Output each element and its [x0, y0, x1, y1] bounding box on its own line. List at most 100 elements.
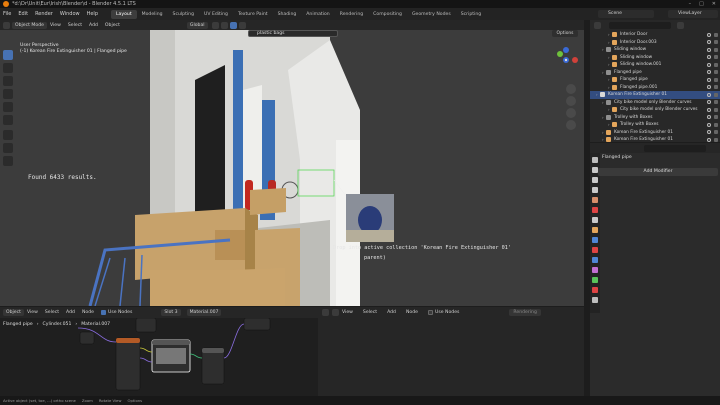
view-mode-icon[interactable]: [332, 309, 339, 316]
outliner-row[interactable]: › Trolley with Boxes: [590, 114, 720, 122]
transform-tool-icon[interactable]: [3, 115, 13, 125]
view-layer-tab-icon[interactable]: [592, 187, 598, 193]
data-tab-icon[interactable]: [592, 277, 598, 283]
render-camera-icon[interactable]: [714, 107, 718, 112]
output-tab-icon[interactable]: [592, 177, 598, 183]
constraints-tab-icon[interactable]: [592, 267, 598, 273]
tool-tab-icon[interactable]: [592, 157, 598, 163]
render-camera-icon[interactable]: [714, 70, 718, 75]
visibility-eye-icon[interactable]: [707, 77, 711, 82]
viewport-menu-view[interactable]: View: [50, 23, 61, 28]
tab-animation[interactable]: Animation: [301, 10, 334, 19]
visibility-eye-icon[interactable]: [707, 137, 711, 142]
visibility-eye-icon[interactable]: [707, 55, 711, 60]
outliner-row[interactable]: › Korean Fire Extinguisher 01: [590, 129, 720, 137]
secondary-editor-canvas[interactable]: [318, 318, 584, 396]
properties-search-input[interactable]: [644, 144, 706, 152]
move-tool-icon[interactable]: [3, 76, 13, 86]
annotate-tool-icon[interactable]: [3, 130, 13, 140]
visibility-eye-icon[interactable]: [707, 32, 711, 37]
secondary-menu-select[interactable]: Select: [363, 310, 377, 315]
visibility-eye-icon[interactable]: [707, 100, 711, 105]
visibility-eye-icon[interactable]: [707, 47, 711, 52]
render-camera-icon[interactable]: [714, 32, 718, 37]
tab-texture-paint[interactable]: Texture Paint: [233, 10, 273, 19]
tab-uv-editing[interactable]: UV Editing: [199, 10, 233, 19]
visibility-eye-icon[interactable]: [707, 115, 711, 120]
render-camera-icon[interactable]: [714, 85, 718, 90]
close-icon[interactable]: ✕: [712, 1, 716, 7]
filter-icon[interactable]: [677, 21, 684, 29]
pivot-icon[interactable]: [211, 21, 219, 29]
tab-shading[interactable]: Shading: [273, 10, 302, 19]
tab-rendering[interactable]: Rendering: [335, 10, 368, 19]
render-camera-icon[interactable]: [714, 100, 718, 105]
editor-type-icon[interactable]: [322, 309, 329, 316]
outliner-row[interactable]: › City bike model only Blender curves: [590, 99, 720, 107]
breadcrumb-material[interactable]: Material.007: [81, 322, 110, 327]
outliner-row[interactable]: › Sliding window: [590, 46, 720, 54]
select-tool-icon[interactable]: [3, 50, 13, 60]
viewport-menu-add[interactable]: Add: [89, 23, 98, 28]
node-menu-node[interactable]: Node: [82, 310, 94, 315]
maximize-icon[interactable]: □: [699, 1, 704, 7]
collection-tab-icon[interactable]: [592, 217, 598, 223]
outliner-search-input[interactable]: [609, 21, 671, 29]
world-tab-icon[interactable]: [592, 207, 598, 213]
menu-edit[interactable]: Edit: [18, 11, 28, 17]
outliner-row[interactable]: › Flanged pipe: [590, 69, 720, 77]
texture-tab-icon[interactable]: [592, 297, 598, 303]
render-camera-icon[interactable]: [714, 137, 718, 142]
measure-tool-icon[interactable]: [3, 143, 13, 153]
snap-icon[interactable]: [220, 21, 228, 29]
view-layer-selector[interactable]: ViewLayer: [668, 10, 718, 18]
secondary-menu-node[interactable]: Node: [406, 310, 418, 315]
search-input[interactable]: plastic bags: [248, 30, 338, 37]
options-button[interactable]: Options: [552, 30, 578, 37]
visibility-eye-icon[interactable]: [707, 92, 711, 97]
tab-geometry-nodes[interactable]: Geometry Nodes: [407, 10, 456, 19]
outliner-row[interactable]: › Flanged pipe: [590, 76, 720, 84]
transform-orientation-dropdown[interactable]: Global: [186, 21, 208, 29]
render-camera-icon[interactable]: [714, 115, 718, 120]
3d-viewport[interactable]: User Perspective (-1) Korean Fire Exting…: [0, 30, 584, 306]
scene-selector[interactable]: Scene: [598, 10, 654, 18]
modifier-tab-icon[interactable]: [592, 237, 598, 243]
render-camera-icon[interactable]: [714, 122, 718, 127]
render-camera-icon[interactable]: [714, 47, 718, 52]
render-camera-icon[interactable]: [714, 62, 718, 67]
tab-modeling[interactable]: Modeling: [137, 10, 168, 19]
visibility-eye-icon[interactable]: [707, 107, 711, 112]
node-menu-view[interactable]: View: [27, 310, 38, 315]
visibility-eye-icon[interactable]: [707, 85, 711, 90]
visibility-eye-icon[interactable]: [707, 40, 711, 45]
camera-view-icon[interactable]: [566, 108, 576, 118]
overlay-icon[interactable]: [238, 21, 246, 29]
outliner-row[interactable]: › Sliding window: [590, 54, 720, 62]
menu-file[interactable]: File: [3, 11, 11, 17]
scale-tool-icon[interactable]: [3, 102, 13, 112]
tab-compositing[interactable]: Compositing: [368, 10, 407, 19]
add-cube-tool-icon[interactable]: [3, 156, 13, 166]
menu-render[interactable]: Render: [35, 11, 53, 17]
render-camera-icon[interactable]: [714, 130, 718, 135]
mode-dropdown[interactable]: Object Mode: [12, 21, 47, 29]
particles-tab-icon[interactable]: [592, 247, 598, 253]
tab-scripting[interactable]: Scripting: [456, 10, 486, 19]
add-modifier-button[interactable]: Add Modifier: [598, 168, 718, 176]
outliner-row[interactable]: › Flanged pipe.001: [590, 84, 720, 92]
menu-help[interactable]: Help: [87, 11, 98, 17]
node-menu-select[interactable]: Select: [45, 310, 59, 315]
render-camera-icon[interactable]: [714, 40, 718, 45]
outliner-row[interactable]: › Interior Door.003: [590, 39, 720, 47]
breadcrumb-mesh[interactable]: Cylinder.051: [43, 322, 72, 327]
material-tab-icon[interactable]: [592, 287, 598, 293]
rendering-field[interactable]: Rendering: [509, 309, 541, 316]
outliner-row[interactable]: › Interior Door: [590, 31, 720, 39]
viewport-menu-object[interactable]: Object: [105, 23, 120, 28]
breadcrumb-object[interactable]: Flanged pipe: [3, 322, 33, 327]
cursor-tool-icon[interactable]: [3, 63, 13, 73]
proportional-edit-icon[interactable]: [229, 21, 237, 29]
render-camera-icon[interactable]: [714, 92, 718, 97]
secondary-use-nodes-checkbox[interactable]: [427, 310, 433, 315]
